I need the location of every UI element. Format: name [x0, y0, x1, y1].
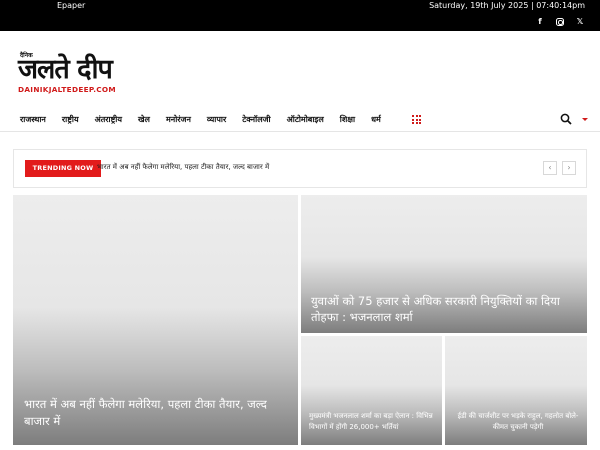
site-logo[interactable]: दैनिक जलते दीप DAINIKJALTEDEEP.COM	[18, 51, 142, 99]
logo-main-text: जलते दीप	[18, 54, 113, 85]
instagram-icon[interactable]	[556, 18, 564, 26]
featured-article-title[interactable]: भारत में अब नहीं फैलेगा मलेरिया, पहला टी…	[24, 396, 284, 430]
grid-menu-icon[interactable]	[412, 115, 421, 124]
nav-item[interactable]: व्यापार	[207, 114, 226, 125]
search-icon[interactable]	[560, 113, 572, 125]
nav-item[interactable]: राष्ट्रीय	[62, 114, 79, 125]
article-title[interactable]: युवाओं को 75 हजार से अधिक सरकारी नियुक्त…	[311, 293, 571, 325]
facebook-icon[interactable]: f	[535, 17, 545, 27]
nav-item[interactable]: मनोरंजन	[166, 114, 191, 125]
nav-item[interactable]: अंतराष्ट्रीय	[95, 114, 122, 125]
epaper-link[interactable]: Epaper	[57, 1, 85, 10]
trending-next-button[interactable]: ›	[562, 161, 576, 175]
trending-badge: TRENDING NOW	[25, 160, 101, 177]
trending-headline[interactable]: भारत में अब नहीं फैलेगा मलेरिया, पहला टी…	[97, 163, 269, 172]
trending-prev-button[interactable]: ‹	[543, 161, 557, 175]
article-title[interactable]: ईडी की चार्जशीट पर भड़के राहुल, गहलोत बो…	[453, 411, 583, 433]
x-twitter-icon[interactable]: 𝕏	[575, 17, 585, 27]
trending-bar: TRENDING NOW भारत में अब नहीं फैलेगा मले…	[13, 149, 587, 188]
nav-item[interactable]: ऑटोमोबाइल	[287, 114, 324, 125]
chevron-down-icon[interactable]	[582, 118, 588, 121]
page: Epaper Saturday, 19th July 2025 | 07:40:…	[0, 0, 600, 450]
top-bar: Epaper Saturday, 19th July 2025 | 07:40:…	[0, 0, 600, 31]
article-card[interactable]: युवाओं को 75 हजार से अधिक सरकारी नियुक्त…	[301, 195, 587, 333]
nav-items: राजस्थान राष्ट्रीय अंतराष्ट्रीय खेल मनोरंजन व…	[20, 114, 397, 125]
nav-item[interactable]: धर्म	[371, 114, 381, 125]
nav-item[interactable]: खेल	[138, 114, 150, 125]
logo-domain-text: DAINIKJALTEDEEP.COM	[18, 85, 116, 94]
article-card[interactable]: मुख्यमंत्री भजनलाल शर्मा का बड़ा ऐलान : …	[301, 336, 442, 445]
date-time: Saturday, 19th July 2025 | 07:40:14pm	[429, 1, 585, 10]
nav-item[interactable]: टेक्नॉलजी	[242, 114, 270, 125]
article-card[interactable]: ईडी की चार्जशीट पर भड़के राहुल, गहलोत बो…	[445, 336, 587, 445]
main-nav: राजस्थान राष्ट्रीय अंतराष्ट्रीय खेल मनोरंजन व…	[0, 108, 600, 132]
featured-article-card[interactable]: भारत में अब नहीं फैलेगा मलेरिया, पहला टी…	[13, 195, 298, 445]
article-title[interactable]: मुख्यमंत्री भजनलाल शर्मा का बड़ा ऐलान : …	[309, 411, 439, 433]
nav-item[interactable]: शिक्षा	[340, 114, 355, 125]
social-links: f 𝕏	[535, 17, 585, 27]
nav-item[interactable]: राजस्थान	[20, 114, 46, 125]
